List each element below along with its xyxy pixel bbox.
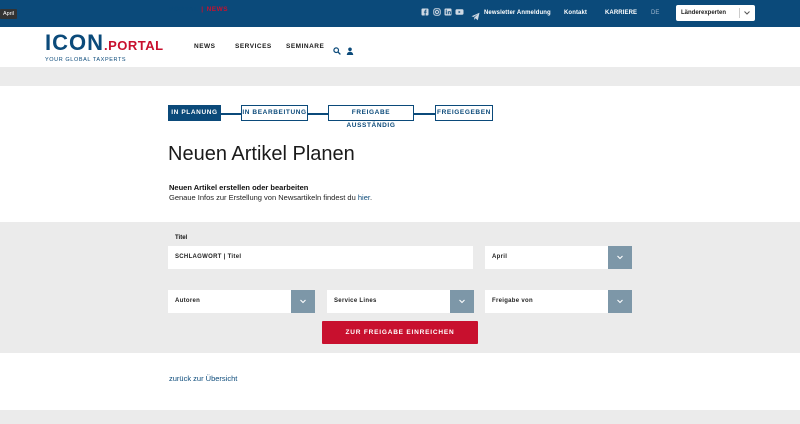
search-icon[interactable] xyxy=(333,42,341,60)
month-select-value: April xyxy=(492,254,508,260)
info-text-end: . xyxy=(369,193,373,202)
country-experts-label: Länderexperten xyxy=(681,10,727,16)
title-input-value: SCHLAGWORT | Titel xyxy=(175,254,242,260)
info-text-body: Genaue Infos zur Erstellung von Newsarti… xyxy=(169,193,358,202)
submit-for-approval-button[interactable]: ZUR FREIGABE EINREICHEN xyxy=(322,321,478,344)
logo-portal-text: .PORTAL xyxy=(104,38,164,53)
step-connector xyxy=(413,113,436,115)
select-divider xyxy=(739,8,740,18)
authors-select[interactable]: Autoren xyxy=(168,290,315,313)
newsletter-link[interactable]: Newsletter Anmeldung xyxy=(484,10,551,16)
authors-select-value: Autoren xyxy=(175,298,201,304)
service-lines-dropdown-button[interactable] xyxy=(450,290,474,313)
step-freigabe-ausstaendig: FREIGABE AUSSTÄNDIG xyxy=(328,105,414,129)
step-in-bearbeitung: IN BEARBEITUNG xyxy=(241,105,308,121)
instagram-icon[interactable] xyxy=(433,8,441,16)
info-link[interactable]: hier xyxy=(358,193,370,202)
nav-news[interactable]: NEWS xyxy=(194,43,216,50)
user-icon[interactable] xyxy=(346,42,354,60)
approval-select[interactable]: Freigabe von xyxy=(485,290,632,313)
page-subheading: Neuen Artikel erstellen oder bearbeiten xyxy=(169,183,309,192)
authors-dropdown-button[interactable] xyxy=(291,290,315,313)
nav-seminare[interactable]: SEMINARE xyxy=(286,43,324,50)
service-lines-select-value: Service Lines xyxy=(334,298,377,304)
approval-dropdown-button[interactable] xyxy=(608,290,632,313)
breadcrumb-bar xyxy=(0,67,800,86)
chevron-down-icon xyxy=(743,5,751,28)
contact-link[interactable]: Kontakt xyxy=(564,10,587,16)
month-select[interactable]: April xyxy=(485,246,632,269)
title-input[interactable]: SCHLAGWORT | Titel xyxy=(168,246,473,269)
info-text: Genaue Infos zur Erstellung von Newsarti… xyxy=(169,193,372,202)
approval-select-value: Freigabe von xyxy=(492,298,533,304)
step-freigegeben: FREIGEGEBEN xyxy=(435,105,493,121)
breadcrumb-portal[interactable]: PORTAL xyxy=(169,6,198,13)
breadcrumb-separator: | xyxy=(201,6,204,13)
step-connector xyxy=(220,113,242,115)
facebook-icon[interactable] xyxy=(421,8,429,16)
service-lines-select[interactable]: Service Lines xyxy=(327,290,474,313)
logo[interactable]: ICON.PORTAL YOUR GLOBAL TAXPERTS xyxy=(45,32,164,64)
title-label: Titel xyxy=(175,235,188,241)
step-connector xyxy=(307,113,329,115)
nav-services[interactable]: SERVICES xyxy=(235,43,272,50)
tooltip: April xyxy=(0,9,18,19)
page-title: Neuen Artikel Planen xyxy=(168,143,355,165)
careers-link[interactable]: KARRIERE xyxy=(605,10,637,16)
breadcrumb: PORTAL | NEWS xyxy=(169,6,228,13)
paper-plane-icon[interactable] xyxy=(471,8,480,26)
footer-bar xyxy=(0,410,800,424)
logo-tagline: YOUR GLOBAL TAXPERTS xyxy=(45,57,127,63)
linkedin-icon[interactable] xyxy=(444,8,452,16)
youtube-icon[interactable] xyxy=(455,8,464,16)
step-in-planung: IN PLANUNG xyxy=(168,105,221,121)
breadcrumb-news[interactable]: NEWS xyxy=(207,6,229,13)
month-dropdown-button[interactable] xyxy=(608,246,632,269)
logo-text: ICON xyxy=(45,30,104,55)
country-experts-select[interactable]: Länderexperten xyxy=(676,5,755,21)
language-switch[interactable]: DE xyxy=(651,10,660,16)
back-to-overview-link[interactable]: zurück zur Übersicht xyxy=(169,374,237,383)
